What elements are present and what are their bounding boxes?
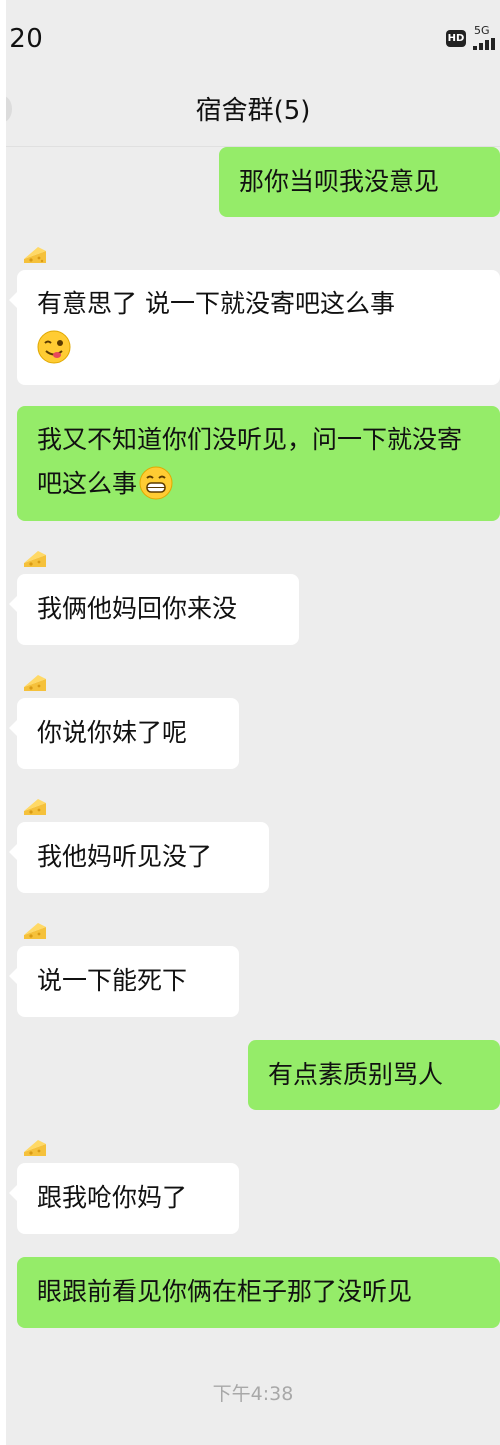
message-text: 那你当呗我没意见: [239, 167, 440, 196]
message-list[interactable]: 那你当呗我没意见 有意思了 说一下就没寄吧这么事 我又不知道你们没听见，问一下就…: [6, 147, 500, 1445]
outgoing-message[interactable]: 有点素质别骂人: [248, 1040, 500, 1110]
chat-screen: :20 HD 5G 宿舍群(5) 那你当呗我没意见 有意思了 说一下就没寄吧这么…: [6, 0, 500, 1445]
message-timestamp: 下午4:38: [212, 1383, 294, 1405]
cheese-icon[interactable]: [22, 1134, 48, 1160]
incoming-message[interactable]: 我俩他妈回你来没: [9, 574, 299, 645]
chat-header: 宿舍群(5): [6, 76, 500, 146]
network-type: 5G: [474, 24, 490, 37]
message-text: 有点素质别骂人: [268, 1060, 444, 1089]
hd-badge: HD: [446, 30, 466, 47]
message-text: 我他妈听见没了: [37, 842, 213, 871]
incoming-message[interactable]: 跟我呛你妈了: [9, 1163, 239, 1234]
status-bar: :20 HD 5G: [6, 0, 500, 76]
outgoing-message[interactable]: 那你当呗我没意见: [219, 147, 500, 217]
message-text: 眼跟前看见你俩在柜子那了没听见: [37, 1277, 413, 1306]
cheese-icon[interactable]: [22, 241, 48, 267]
message-text: 说一下能死下: [37, 966, 188, 995]
cheese-icon[interactable]: [22, 917, 48, 943]
status-time: :20: [6, 24, 44, 54]
cheese-icon[interactable]: [22, 545, 48, 571]
winking-tongue-emoji: [37, 330, 71, 364]
incoming-message[interactable]: 你说你妹了呢: [9, 698, 239, 769]
outgoing-message[interactable]: 眼跟前看见你俩在柜子那了没听见: [17, 1257, 500, 1328]
message-text: 我又不知道你们没听见，问一下就没寄吧这么事: [37, 425, 463, 498]
cheese-icon[interactable]: [22, 669, 48, 695]
cheese-icon[interactable]: [22, 793, 48, 819]
message-text: 跟我呛你妈了: [37, 1183, 188, 1212]
signal-icon: [473, 38, 495, 50]
incoming-message[interactable]: 我他妈听见没了: [9, 822, 269, 893]
message-text: 有意思了 说一下就没寄吧这么事: [37, 289, 395, 318]
message-text: 你说你妹了呢: [37, 718, 188, 747]
outgoing-message[interactable]: 我又不知道你们没听见，问一下就没寄吧这么事: [17, 406, 500, 521]
message-text: 我俩他妈回你来没: [37, 594, 238, 623]
incoming-message[interactable]: 说一下能死下: [9, 946, 239, 1017]
incoming-message[interactable]: 有意思了 说一下就没寄吧这么事: [9, 270, 500, 385]
grinning-emoji: [139, 466, 173, 500]
chat-title[interactable]: 宿舍群(5): [6, 90, 500, 127]
